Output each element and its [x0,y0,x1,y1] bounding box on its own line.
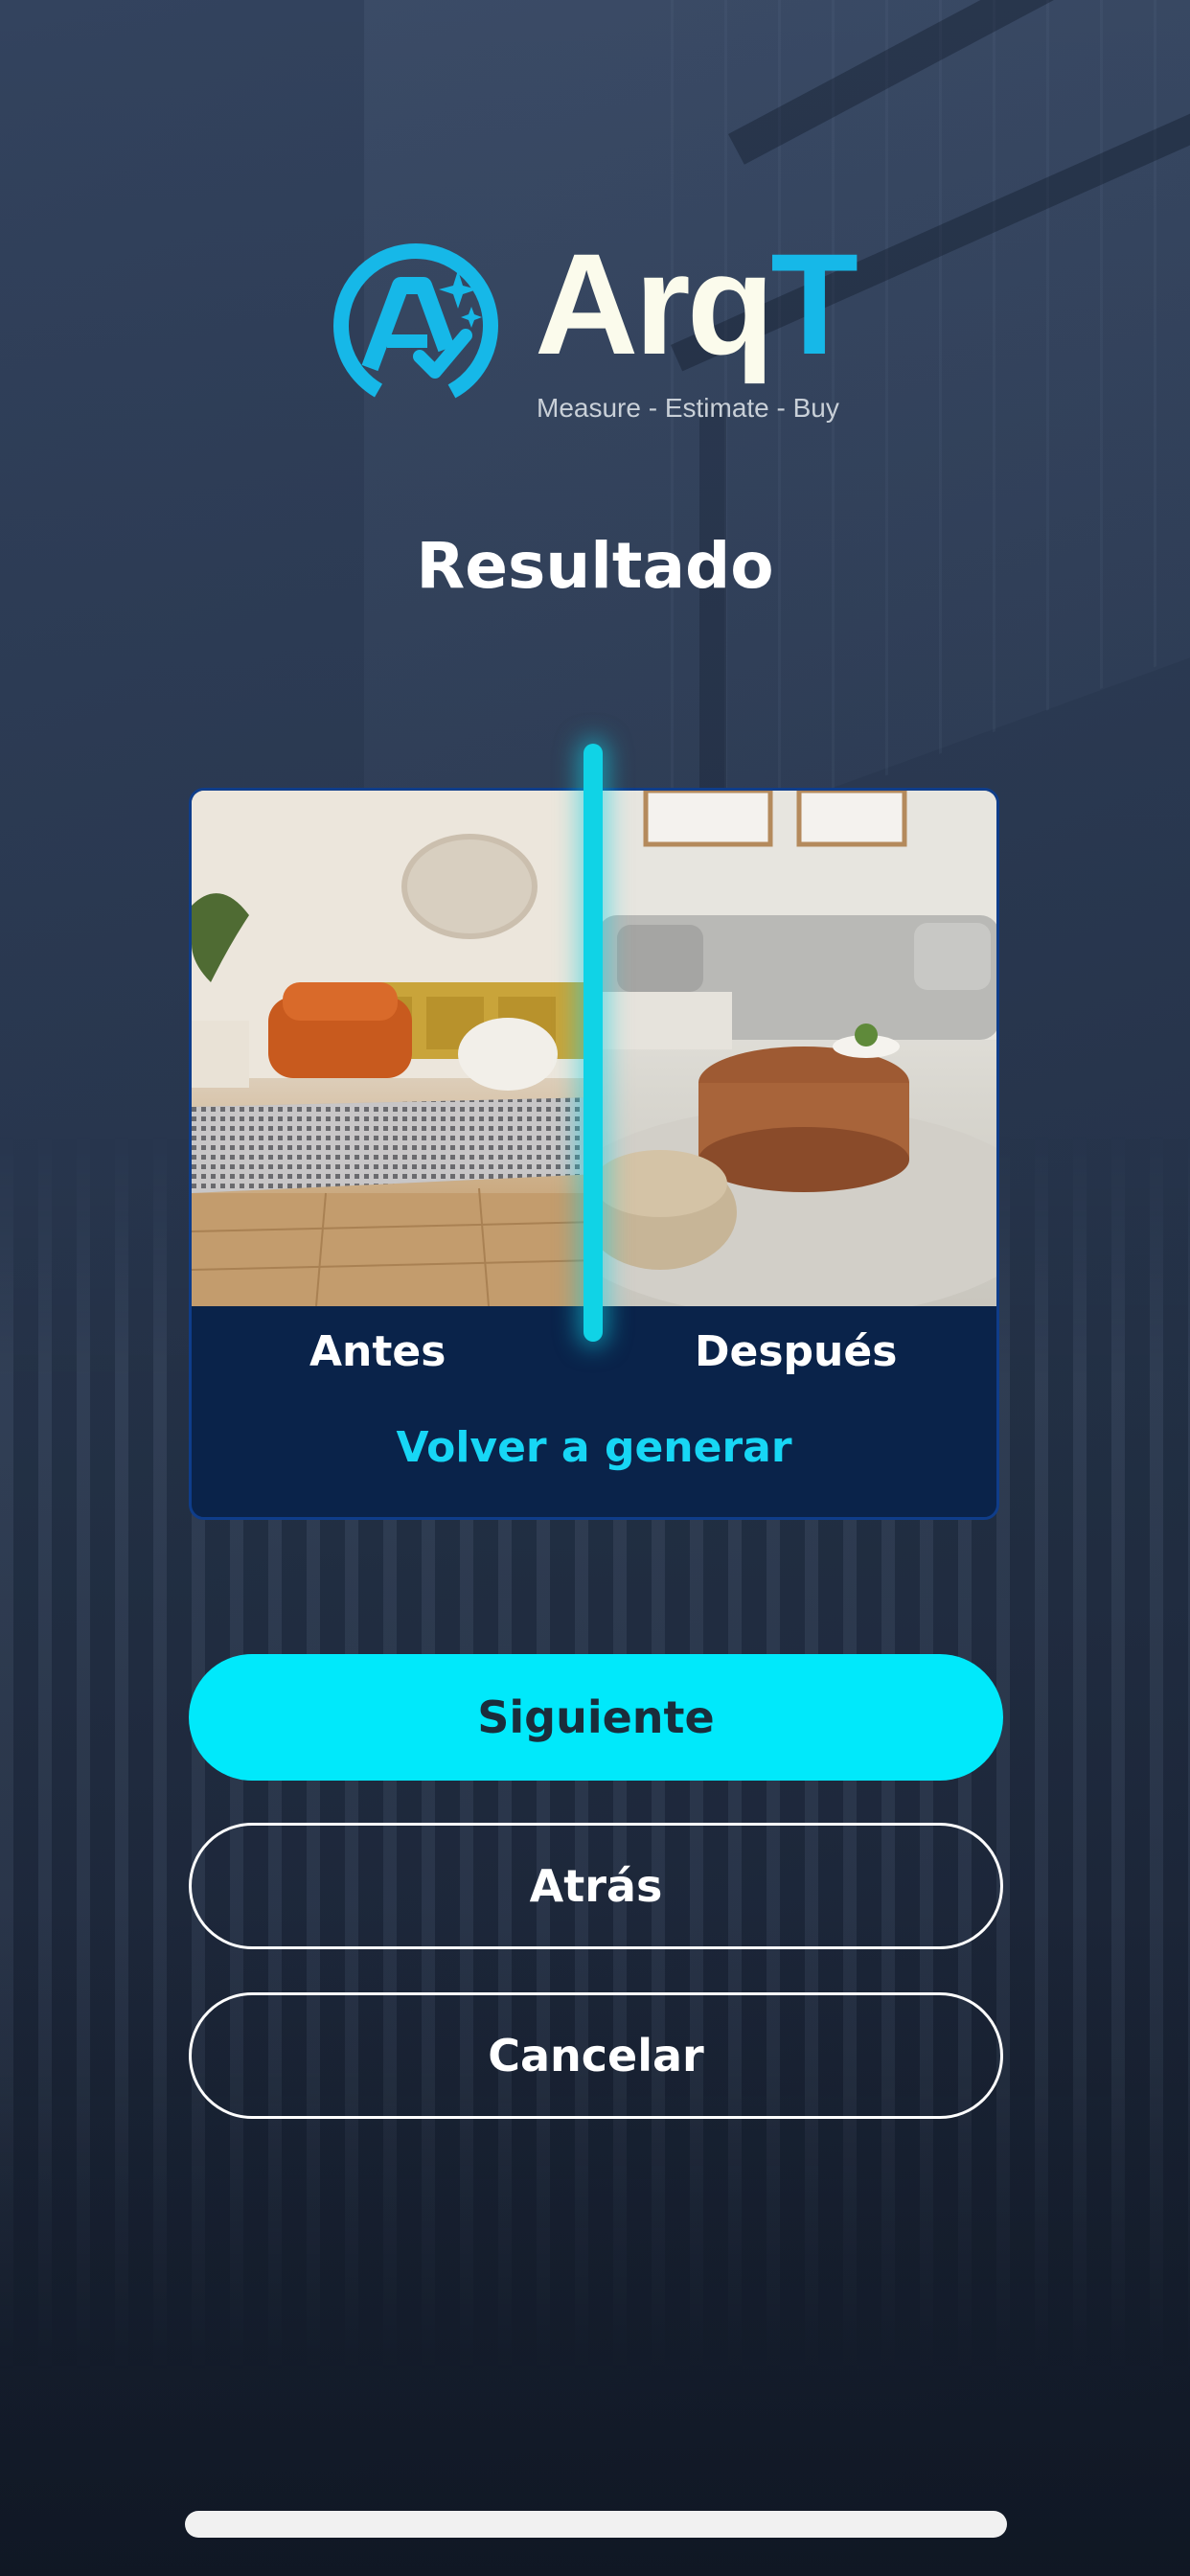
comparison-slider-handle[interactable] [584,744,603,1342]
after-image [598,791,996,1306]
home-indicator[interactable] [185,2511,1007,2538]
next-button[interactable]: Siguiente [189,1654,1003,1781]
logo-wordmark: ArqT [535,223,858,384]
after-room-illustration [598,791,996,1306]
page-title: Resultado [416,529,774,603]
logo-tagline: Measure - Estimate - Buy [537,393,839,423]
app-logo: ArqT Measure - Estimate - Buy [332,232,858,429]
before-image [192,791,598,1306]
after-label: Después [695,1327,898,1376]
before-room-illustration [192,791,598,1306]
back-button[interactable]: Atrás [189,1823,1003,1949]
logo-mark-icon [333,243,498,408]
cancel-button[interactable]: Cancelar [189,1992,1003,2119]
before-label: Antes [309,1327,446,1376]
regenerate-link[interactable]: Volver a generar [192,1423,996,1472]
